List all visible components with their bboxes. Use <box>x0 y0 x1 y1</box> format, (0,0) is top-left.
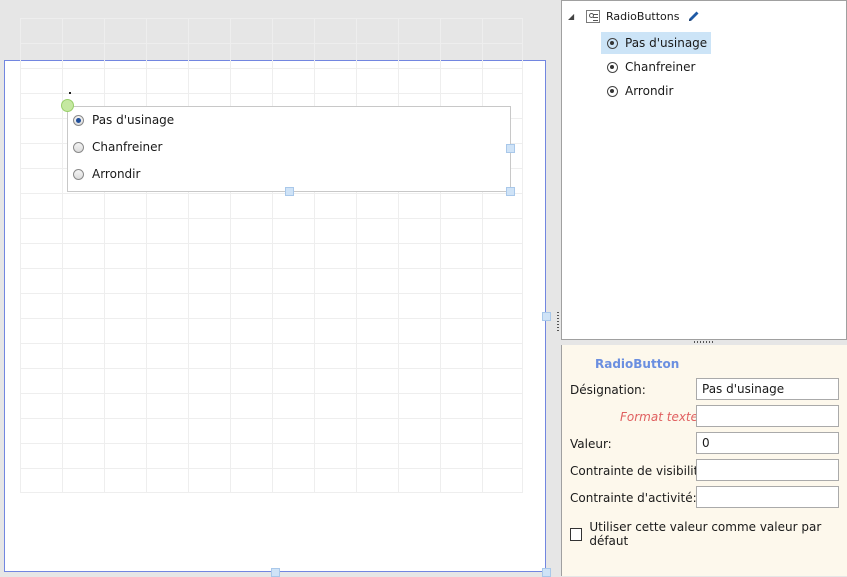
radio-unchecked-icon[interactable] <box>73 141 84 153</box>
visibility-constraint-field[interactable] <box>696 459 839 481</box>
radio-button-icon <box>607 61 618 73</box>
radio-option-label: Pas d'usinage <box>92 113 175 127</box>
tree-item-label: Arrondir <box>625 84 674 98</box>
tree-item-label: Chanfreiner <box>625 60 696 74</box>
tree-item-arrondir[interactable]: Arrondir <box>601 80 677 102</box>
properties-panel: RadioButton Désignation: Format texte : … <box>561 345 847 576</box>
rotate-handle[interactable] <box>61 99 74 112</box>
tree-root-radiobuttons[interactable]: ◢ RadioButtons <box>568 7 700 25</box>
activity-constraint-label: Contrainte d'activité: <box>570 491 697 505</box>
radio-group-control[interactable]: Pas d'usinage Chanfreiner Arrondir <box>67 106 511 192</box>
splitter-grip-icon[interactable] <box>694 341 714 343</box>
radio-option-label: Chanfreiner <box>92 140 163 154</box>
design-grid <box>20 18 523 493</box>
tree-item-label: Pas d'usinage <box>625 36 708 50</box>
radio-group-icon <box>586 9 600 23</box>
default-value-label: Utiliser cette valeur comme valeur par d… <box>589 520 822 548</box>
radio-option-arrondir[interactable]: Arrondir <box>73 165 140 183</box>
resize-handle-bottom[interactable] <box>285 187 294 196</box>
tree-panel: ◢ RadioButtons Pas d'usinage Chanfreiner… <box>561 0 847 340</box>
valeur-label: Valeur: <box>570 437 612 451</box>
radio-button-icon <box>607 85 618 97</box>
default-value-checkbox[interactable] <box>570 527 583 541</box>
tree-item-pas-usinage[interactable]: Pas d'usinage <box>601 32 712 54</box>
resize-handle-right[interactable] <box>506 144 515 153</box>
radio-checked-icon[interactable] <box>73 114 84 126</box>
resize-handle-bottom-right[interactable] <box>506 187 515 196</box>
valeur-field[interactable] <box>696 432 839 454</box>
pencil-icon[interactable] <box>688 10 700 22</box>
visibility-constraint-label: Contrainte de visibilité: <box>570 464 710 478</box>
vertical-splitter[interactable] <box>556 0 560 576</box>
designation-label: Désignation: <box>570 383 646 397</box>
format-texte-label: Format texte : <box>620 410 706 424</box>
properties-title: RadioButton <box>595 357 680 371</box>
default-value-row[interactable]: Utiliser cette valeur comme valeur par d… <box>570 520 847 548</box>
radio-option-pas-usinage[interactable]: Pas d'usinage <box>73 111 174 129</box>
surface-resize-handle-right[interactable] <box>542 312 551 321</box>
radio-button-icon <box>607 37 618 49</box>
collapse-triangle-icon[interactable]: ◢ <box>568 12 580 21</box>
designation-field[interactable] <box>696 378 839 400</box>
radio-option-label: Arrondir <box>92 167 141 181</box>
activity-constraint-field[interactable] <box>696 486 839 508</box>
tree-root-label: RadioButtons <box>606 9 680 23</box>
splitter-grip-icon[interactable] <box>557 312 559 332</box>
anchor-dot <box>69 92 71 94</box>
format-texte-field[interactable] <box>696 405 839 427</box>
radio-option-chanfreiner[interactable]: Chanfreiner <box>73 138 162 156</box>
radio-unchecked-icon[interactable] <box>73 168 84 180</box>
tree-item-chanfreiner[interactable]: Chanfreiner <box>601 56 699 78</box>
